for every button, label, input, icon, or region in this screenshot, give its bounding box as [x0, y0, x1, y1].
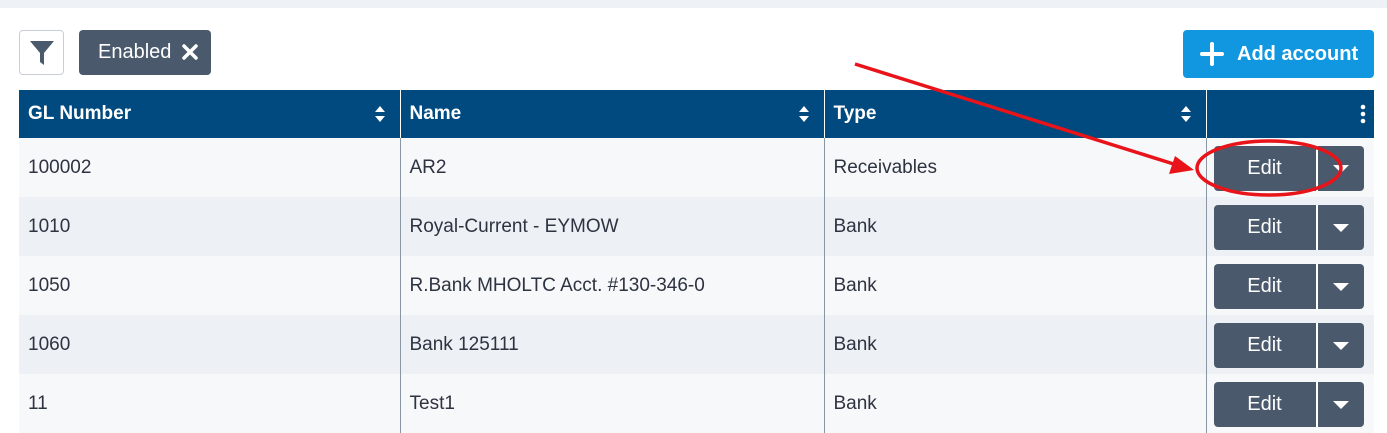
more-actions-dropdown[interactable]	[1318, 382, 1364, 427]
funnel-icon	[29, 40, 54, 65]
type-cell: Bank	[824, 374, 1207, 433]
caret-down-icon	[1332, 282, 1349, 291]
accounts-table: GL Number Name Type 100002 AR2 Receivabl…	[19, 90, 1374, 433]
caret-down-icon	[1332, 400, 1349, 409]
caret-down-icon	[1332, 164, 1349, 173]
type-cell: Receivables	[824, 138, 1207, 197]
actions-cell: Edit	[1206, 315, 1374, 374]
edit-button[interactable]: Edit	[1214, 205, 1318, 250]
sort-icon[interactable]	[798, 105, 810, 123]
name-cell: AR2	[400, 138, 825, 197]
sort-icon[interactable]	[374, 105, 386, 123]
caret-down-icon	[1332, 223, 1349, 232]
name-cell: R.Bank MHOLTC Acct. #130-346-0	[400, 256, 825, 315]
gl-number-cell: 100002	[19, 138, 401, 197]
edit-button[interactable]: Edit	[1214, 382, 1318, 427]
type-cell: Bank	[824, 315, 1207, 374]
gl-number-cell: 1050	[19, 256, 401, 315]
table-row: 1010 Royal-Current - EYMOW Bank Edit	[19, 197, 1374, 256]
edit-split-button: Edit	[1213, 264, 1364, 309]
add-account-label: Add account	[1237, 42, 1359, 65]
gl-number-cell: 1010	[19, 197, 401, 256]
add-account-button[interactable]: Add account	[1183, 30, 1374, 78]
edit-button[interactable]: Edit	[1214, 146, 1318, 191]
more-actions-dropdown[interactable]	[1318, 264, 1364, 309]
edit-split-button: Edit	[1213, 205, 1364, 250]
actions-cell: Edit	[1206, 374, 1374, 433]
edit-split-button: Edit	[1213, 382, 1364, 427]
column-header-gl-number[interactable]: GL Number	[19, 90, 401, 138]
edit-button[interactable]: Edit	[1214, 264, 1318, 309]
edit-split-button: Edit	[1213, 146, 1364, 191]
more-actions-dropdown[interactable]	[1318, 146, 1364, 191]
close-icon[interactable]	[179, 41, 201, 63]
caret-down-icon	[1332, 341, 1349, 350]
column-header-name[interactable]: Name	[400, 90, 825, 138]
sort-icon[interactable]	[1180, 105, 1192, 123]
actions-cell: Edit	[1206, 138, 1374, 197]
table-row: 1050 R.Bank MHOLTC Acct. #130-346-0 Bank…	[19, 256, 1374, 315]
table-row: 100002 AR2 Receivables Edit	[19, 138, 1374, 197]
name-cell: Test1	[400, 374, 825, 433]
more-actions-dropdown[interactable]	[1318, 205, 1364, 250]
table-header-row: GL Number Name Type	[19, 90, 1374, 138]
gl-number-cell: 1060	[19, 315, 401, 374]
chip-label: Enabled	[98, 41, 172, 63]
plus-icon	[1200, 42, 1224, 66]
edit-button[interactable]: Edit	[1214, 323, 1318, 368]
more-actions-dropdown[interactable]	[1318, 323, 1364, 368]
filter-button[interactable]	[19, 30, 64, 75]
top-strip	[0, 0, 1387, 8]
column-header-type[interactable]: Type	[824, 90, 1207, 138]
enabled-filter-chip[interactable]: Enabled	[79, 30, 211, 75]
edit-split-button: Edit	[1213, 323, 1364, 368]
table-row: 1060 Bank 125111 Bank Edit	[19, 315, 1374, 374]
gl-number-cell: 11	[19, 374, 401, 433]
name-cell: Bank 125111	[400, 315, 825, 374]
accounts-page: Enabled Add account GL Number Name Type …	[0, 0, 1387, 433]
type-cell: Bank	[824, 197, 1207, 256]
type-cell: Bank	[824, 256, 1207, 315]
name-cell: Royal-Current - EYMOW	[400, 197, 825, 256]
kebab-menu-icon[interactable]	[1360, 104, 1366, 124]
column-header-actions	[1206, 90, 1374, 138]
table-row: 11 Test1 Bank Edit	[19, 374, 1374, 433]
actions-cell: Edit	[1206, 197, 1374, 256]
actions-cell: Edit	[1206, 256, 1374, 315]
